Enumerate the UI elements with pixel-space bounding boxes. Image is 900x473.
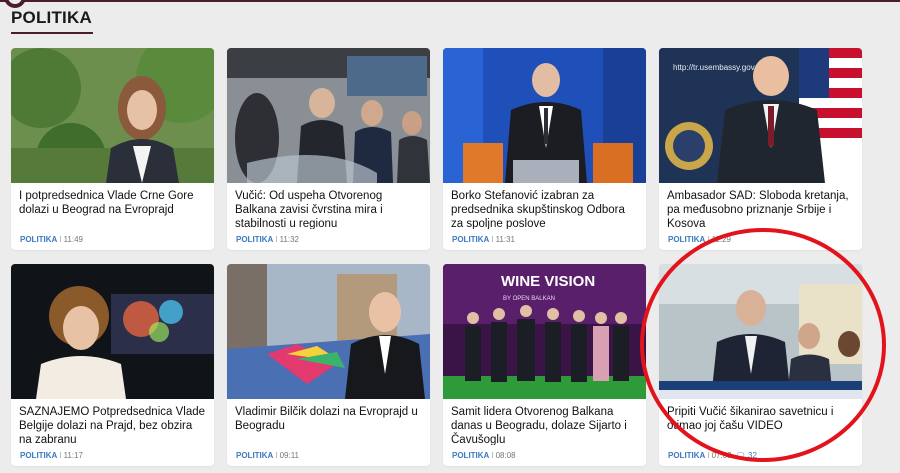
article-headline[interactable]: Ambasador SAD: Sloboda kretanja, pa među…	[659, 183, 862, 229]
article-category[interactable]: POLITIKA	[452, 235, 489, 244]
article-meta: POLITIKA I 11:31	[452, 235, 516, 244]
article-card[interactable]: Vučić: Od uspeha Otvorenog Balkana zavis…	[227, 48, 430, 250]
article-time: 11:17	[63, 451, 84, 460]
comment-icon: 🗨	[735, 451, 746, 460]
article-time: 09:11	[279, 451, 300, 460]
article-grid: I potpredsednica Vlade Crne Gore dolazi …	[11, 48, 863, 468]
article-time: 08:08	[495, 451, 516, 460]
article-time: 11:29	[711, 235, 732, 244]
wine-vision-sign: WINE VISION	[501, 273, 595, 290]
article-time: 07:03	[711, 451, 732, 460]
article-category[interactable]: POLITIKA	[452, 451, 489, 460]
article-card[interactable]: Vladimir Bilčik dolazi na Evroprajd u Be…	[227, 264, 430, 466]
article-photo	[11, 48, 214, 183]
article-category[interactable]: POLITIKA	[236, 235, 273, 244]
article-time: 11:49	[63, 235, 84, 244]
section-title[interactable]: POLITIKA	[11, 8, 92, 28]
article-meta: POLITIKA I 09:11	[236, 451, 300, 460]
article-thumbnail[interactable]	[227, 264, 430, 399]
article-thumbnail[interactable]: WINE VISION BY OPEN BALKAN	[443, 264, 646, 399]
article-headline[interactable]: Samit lidera Otvorenog Balkana danas u B…	[443, 399, 646, 445]
article-card[interactable]: http://tr.usembassy.gov Ambasador SAD: S…	[659, 48, 862, 250]
comment-count-value: 32	[748, 451, 757, 460]
article-meta: POLITIKA I 11:49	[20, 235, 84, 244]
article-photo	[227, 48, 430, 183]
article-meta: POLITIKA I 11:32	[236, 235, 300, 244]
comment-count[interactable]: 🗨 32	[736, 451, 757, 460]
article-thumbnail[interactable]	[659, 264, 862, 399]
article-category[interactable]: POLITIKA	[668, 451, 705, 460]
article-meta: POLITIKA I 08:08	[452, 451, 516, 460]
article-category[interactable]: POLITIKA	[668, 235, 705, 244]
article-card[interactable]: I potpredsednica Vlade Crne Gore dolazi …	[11, 48, 214, 250]
article-headline[interactable]: Vladimir Bilčik dolazi na Evroprajd u Be…	[227, 399, 430, 445]
article-headline[interactable]: Pripiti Vučić šikanirao savetnicu i otim…	[659, 399, 862, 445]
article-thumbnail[interactable]	[11, 48, 214, 183]
article-photo	[443, 48, 646, 183]
article-photo: WINE VISION BY OPEN BALKAN	[443, 264, 646, 399]
article-photo	[11, 264, 214, 399]
article-headline[interactable]: Borko Stefanović izabran za predsednika …	[443, 183, 646, 229]
section-underline	[11, 32, 93, 34]
section-logo-icon	[4, 0, 26, 8]
article-thumbnail[interactable]	[227, 48, 430, 183]
section-top-rule	[0, 0, 900, 2]
article-time: 11:32	[279, 235, 300, 244]
wine-vision-sub: BY OPEN BALKAN	[503, 296, 555, 302]
article-headline[interactable]: SAZNAJEMO Potpredsednica Vlade Belgije d…	[11, 399, 214, 445]
article-meta: POLITIKA I 11:29	[668, 235, 732, 244]
article-thumbnail[interactable]: http://tr.usembassy.gov	[659, 48, 862, 183]
article-thumbnail[interactable]	[443, 48, 646, 183]
article-photo: http://tr.usembassy.gov	[659, 48, 862, 183]
article-photo	[659, 264, 862, 399]
embassy-url-text: http://tr.usembassy.gov	[673, 63, 755, 72]
article-thumbnail[interactable]	[11, 264, 214, 399]
article-time: 11:31	[495, 235, 516, 244]
article-category[interactable]: POLITIKA	[20, 235, 57, 244]
article-card[interactable]: WINE VISION BY OPEN BALKAN Samit lidera …	[443, 264, 646, 466]
article-headline[interactable]: I potpredsednica Vlade Crne Gore dolazi …	[11, 183, 214, 229]
article-meta: POLITIKA I 11:17	[20, 451, 84, 460]
article-photo	[227, 264, 430, 399]
article-card[interactable]: Borko Stefanović izabran za predsednika …	[443, 48, 646, 250]
article-category[interactable]: POLITIKA	[20, 451, 57, 460]
article-meta: POLITIKA I 07:03 🗨 32	[668, 451, 757, 460]
article-category[interactable]: POLITIKA	[236, 451, 273, 460]
article-headline[interactable]: Vučić: Od uspeha Otvorenog Balkana zavis…	[227, 183, 430, 229]
article-card[interactable]: Pripiti Vučić šikanirao savetnicu i otim…	[659, 264, 862, 466]
article-card[interactable]: SAZNAJEMO Potpredsednica Vlade Belgije d…	[11, 264, 214, 466]
